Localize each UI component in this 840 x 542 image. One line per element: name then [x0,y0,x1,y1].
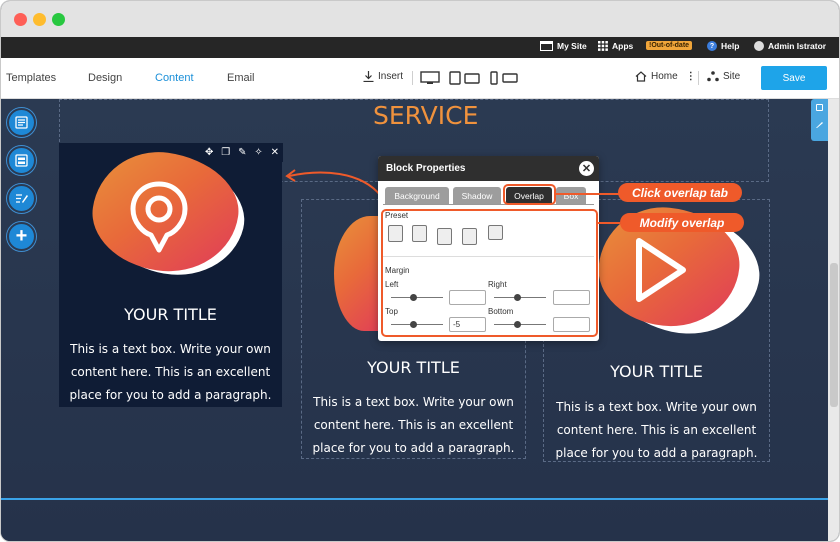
tab-background[interactable]: Background [385,187,449,204]
tab-templates[interactable]: Templates [6,72,56,84]
apps-label: Apps [612,41,634,51]
toolbar-divider [698,71,699,85]
section-divider-line [1,498,828,500]
help-link[interactable]: ? Help [707,41,739,51]
my-site-link[interactable]: My Site [540,41,587,51]
magic-wand-icon[interactable]: ✧ [254,147,262,158]
out-of-date-badge[interactable]: !Out-of-date [646,41,693,50]
card-title-middle[interactable]: YOUR TITLE [301,358,526,377]
tabs-underline [383,204,594,205]
copy-icon[interactable]: ❐ [221,147,230,158]
home-page-selector[interactable]: Home ⋮ [635,71,696,82]
callout-connector-2 [598,222,620,224]
insert-button[interactable]: Insert [363,71,403,82]
page-layout-button[interactable] [7,108,36,137]
blocks-icon [15,154,28,167]
save-button[interactable]: Save [761,66,827,90]
add-block-button[interactable]: + [7,222,36,251]
tab-content[interactable]: Content [155,72,194,84]
user-name: Admin Istrator [768,41,827,51]
click-overlap-callout: Click overlap tab [618,183,742,202]
tablet-landscape-icon[interactable] [464,73,480,84]
site-label: Site [723,71,741,82]
close-icon[interactable]: ✕ [271,147,279,158]
edit-list-icon [15,194,28,203]
card-title-right[interactable]: YOUR TITLE [543,362,770,381]
callout-connector-1 [556,193,619,195]
mobile-landscape-icon[interactable] [502,73,518,83]
desktop-view-icon[interactable] [420,71,440,85]
apps-grid-icon [598,41,608,51]
user-menu[interactable]: Admin Istrator [754,41,826,51]
overlap-settings-highlight [381,209,598,337]
plus-icon: + [15,225,28,247]
more-vertical-icon[interactable]: ⋮ [686,71,696,82]
edit-icon[interactable]: ✎ [238,147,246,158]
site-tree-icon [707,71,719,82]
scrollbar-thumb[interactable] [830,263,838,407]
my-site-label: My Site [557,41,587,51]
play-icon [636,238,686,302]
out-of-date-badge-wrap[interactable]: !Out-of-date [646,41,693,50]
edit-content-button[interactable] [7,184,36,213]
editor-toolbar: Templates Design Content Email Insert Ho… [1,58,839,99]
layout-icon [15,116,28,129]
overlap-tab-highlight [503,184,556,205]
site-menu[interactable]: Site [707,71,740,82]
mobile-view-icon[interactable] [490,71,498,85]
tablet-view-icon[interactable] [449,71,461,85]
minimize-window-button[interactable] [33,13,46,26]
tab-box[interactable]: Box [556,187,586,204]
home-icon [635,71,647,82]
insert-label: Insert [378,71,404,82]
monitor-icon [540,41,553,51]
help-label: Help [721,41,740,51]
side-panel-toggle[interactable] [811,99,828,141]
location-pin-icon [130,181,188,253]
move-icon[interactable]: ✥ [205,147,213,158]
card-title-left[interactable]: YOUR TITLE [59,305,282,324]
admin-topbar: My Site Apps !Out-of-date ? Help Admin I… [1,37,839,58]
avatar [754,41,764,51]
modify-overlap-callout: Modify overlap [620,213,744,232]
card-text-middle[interactable]: This is a text box. Write your own conte… [305,391,522,460]
panel-title: Block Properties [386,163,466,174]
card-text-right[interactable]: This is a text box. Write your own conte… [547,396,766,465]
arrow-annotation [285,169,382,197]
tab-email[interactable]: Email [227,72,255,84]
pencil-icon [816,122,823,128]
panel-close-button[interactable]: ✕ [579,161,594,176]
window-titlebar [1,1,839,37]
toolbar-divider [412,71,413,85]
tab-shadow[interactable]: Shadow [453,187,501,204]
download-icon [363,71,374,82]
section-title[interactable]: SERVICE [373,101,478,130]
card-text-left[interactable]: This is a text box. Write your own conte… [61,338,280,407]
browser-window: My Site Apps !Out-of-date ? Help Admin I… [0,0,840,542]
home-label: Home [651,71,678,82]
maximize-window-button[interactable] [52,13,65,26]
panel-header: Block Properties ✕ [378,156,599,181]
blocks-button[interactable] [7,146,36,175]
help-icon: ? [707,41,717,51]
tab-design[interactable]: Design [88,72,122,84]
page-icon [816,104,823,111]
apps-link[interactable]: Apps [598,41,633,51]
block-toolbar: ✥ ❐ ✎ ✧ ✕ [201,143,283,162]
close-window-button[interactable] [14,13,27,26]
